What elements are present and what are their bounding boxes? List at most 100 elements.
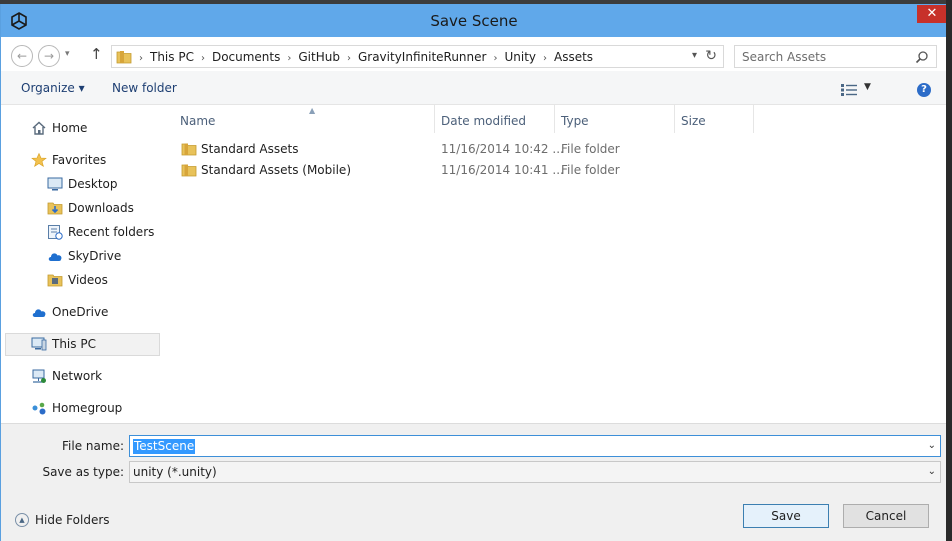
sidebar-item-label: Videos: [68, 273, 108, 287]
column-header-date[interactable]: Date modified: [434, 105, 555, 133]
sidebar-item-label: Desktop: [68, 177, 118, 191]
sidebar-item-downloads[interactable]: Downloads: [45, 198, 155, 220]
file-date: 11/16/2014 10:42 ...: [441, 142, 564, 156]
cloud-icon: [48, 253, 62, 261]
breadcrumb-assets[interactable]: Assets: [554, 50, 593, 64]
save-as-type-label: Save as type:: [42, 465, 124, 479]
new-folder-button[interactable]: New folder: [112, 81, 177, 95]
sidebar-item-desktop[interactable]: Desktop: [45, 174, 155, 196]
save-scene-dialog: Save Scene ✕ ← → ▾ ↑ › This PC › Documents ›…: [0, 4, 947, 541]
sidebar-item-label: This PC: [52, 337, 96, 351]
sidebar-item-label: Downloads: [68, 201, 134, 215]
hide-folders-label: Hide Folders: [35, 513, 110, 527]
file-name-input[interactable]: TestScene ⌄: [129, 435, 941, 457]
window-title: Save Scene: [430, 12, 518, 30]
save-as-type-value: unity (*.unity): [133, 465, 217, 479]
navigation-pane: Home Favorites Desktop Downloads Recent …: [1, 105, 163, 423]
column-header-label: Type: [561, 114, 589, 128]
file-list: Name ▲ Date modified Type Size Standard …: [163, 105, 947, 423]
column-header-label: Date modified: [441, 114, 527, 128]
sidebar-item-label: Home: [52, 121, 88, 135]
sidebar-item-label: Network: [52, 369, 103, 383]
view-options-icon[interactable]: [841, 84, 857, 96]
file-name-label: File name:: [62, 439, 124, 453]
chevron-right-icon[interactable]: ›: [287, 53, 291, 64]
breadcrumb-gravityinfiniterunner[interactable]: GravityInfiniteRunner: [358, 50, 487, 64]
sidebar-item-recent-folders[interactable]: Recent folders: [45, 222, 160, 244]
save-button[interactable]: Save: [743, 504, 829, 528]
save-as-type-select[interactable]: unity (*.unity) ⌄: [129, 461, 941, 483]
file-name-value[interactable]: TestScene: [133, 439, 196, 454]
cancel-button[interactable]: Cancel: [843, 504, 929, 528]
home-icon: [32, 121, 46, 135]
sidebar-item-home[interactable]: Home: [29, 118, 149, 140]
sidebar-item-this-pc[interactable]: This PC: [5, 333, 160, 356]
close-button[interactable]: ✕: [917, 5, 947, 23]
search-placeholder: Search Assets: [742, 50, 827, 64]
navigation-bar: ← → ▾ ↑ › This PC › Documents › GitHub › Gravit…: [1, 37, 947, 71]
recent-locations-chevron-icon[interactable]: ▾: [65, 49, 70, 59]
sidebar-item-homegroup[interactable]: Homegroup: [29, 398, 149, 420]
star-icon: [31, 152, 47, 167]
organize-menu-button[interactable]: Organize ▾: [21, 81, 85, 95]
chevron-down-icon[interactable]: ⌄: [928, 440, 936, 451]
breadcrumb-documents[interactable]: Documents: [212, 50, 280, 64]
file-name: Standard Assets (Mobile): [201, 163, 351, 177]
forward-button[interactable]: →: [38, 45, 60, 67]
title-bar: Save Scene ✕: [1, 4, 947, 37]
folder-icon: [181, 143, 197, 156]
column-header-type[interactable]: Type: [554, 105, 675, 133]
sidebar-item-skydrive[interactable]: SkyDrive: [45, 246, 155, 268]
search-icon[interactable]: [915, 50, 929, 64]
file-name: Standard Assets: [201, 142, 299, 156]
sidebar-item-label: SkyDrive: [68, 249, 122, 263]
breadcrumb: › This PC › Documents › GitHub › GravityInfinit…: [132, 50, 593, 64]
sidebar-item-label: OneDrive: [52, 305, 109, 319]
up-button[interactable]: ↑: [90, 45, 103, 63]
background-edge: [946, 0, 952, 541]
chevron-right-icon[interactable]: ›: [543, 53, 547, 64]
column-header-size[interactable]: Size: [674, 105, 754, 133]
sidebar-item-favorites[interactable]: Favorites: [29, 150, 149, 172]
command-toolbar: Organize ▾ New folder ▼ ?: [1, 71, 947, 105]
downloads-folder-icon: [47, 202, 63, 215]
breadcrumb-this-pc[interactable]: This PC: [150, 50, 194, 64]
homegroup-icon: [32, 402, 46, 415]
file-type: File folder: [561, 163, 620, 177]
sidebar-item-network[interactable]: Network: [29, 366, 149, 388]
file-type: File folder: [561, 142, 620, 156]
network-icon: [32, 369, 46, 383]
sidebar-item-label: Favorites: [52, 153, 107, 167]
file-date: 11/16/2014 10:41 ...: [441, 163, 564, 177]
chevron-right-icon: ›: [139, 53, 143, 64]
recent-folders-icon: [48, 225, 63, 240]
save-options-pane: File name: TestScene ⌄ Save as type: uni…: [1, 423, 947, 541]
onedrive-cloud-icon: [32, 309, 46, 317]
address-dropdown-chevron-icon[interactable]: ▾: [692, 50, 697, 61]
search-input[interactable]: Search Assets: [734, 45, 937, 68]
folder-icon: [181, 164, 197, 177]
table-row[interactable]: Standard Assets 11/16/2014 10:42 ... Fil…: [163, 139, 763, 160]
sidebar-item-videos[interactable]: Videos: [45, 270, 155, 292]
table-row[interactable]: Standard Assets (Mobile) 11/16/2014 10:4…: [163, 160, 763, 181]
sort-ascending-icon: ▲: [309, 106, 316, 115]
column-header-name[interactable]: Name ▲: [173, 105, 435, 133]
view-dropdown-chevron-icon[interactable]: ▼: [864, 82, 871, 92]
help-icon[interactable]: ?: [917, 83, 931, 97]
column-header-label: Name: [180, 114, 216, 128]
column-header-label: Size: [681, 114, 706, 128]
address-bar[interactable]: › This PC › Documents › GitHub › GravityInfinit…: [111, 45, 724, 68]
chevron-right-icon[interactable]: ›: [347, 53, 351, 64]
sidebar-item-onedrive[interactable]: OneDrive: [29, 302, 149, 324]
chevron-right-icon[interactable]: ›: [493, 53, 497, 64]
back-button[interactable]: ←: [11, 45, 33, 67]
breadcrumb-github[interactable]: GitHub: [298, 50, 340, 64]
computer-icon: [31, 337, 47, 351]
folder-icon: [116, 51, 132, 64]
chevron-down-icon[interactable]: ⌄: [928, 466, 936, 477]
refresh-icon[interactable]: ↻: [705, 48, 717, 64]
chevron-right-icon[interactable]: ›: [201, 53, 205, 64]
sidebar-item-label: Recent folders: [68, 225, 155, 239]
breadcrumb-unity[interactable]: Unity: [504, 50, 536, 64]
sidebar-item-label: Homegroup: [52, 401, 123, 415]
